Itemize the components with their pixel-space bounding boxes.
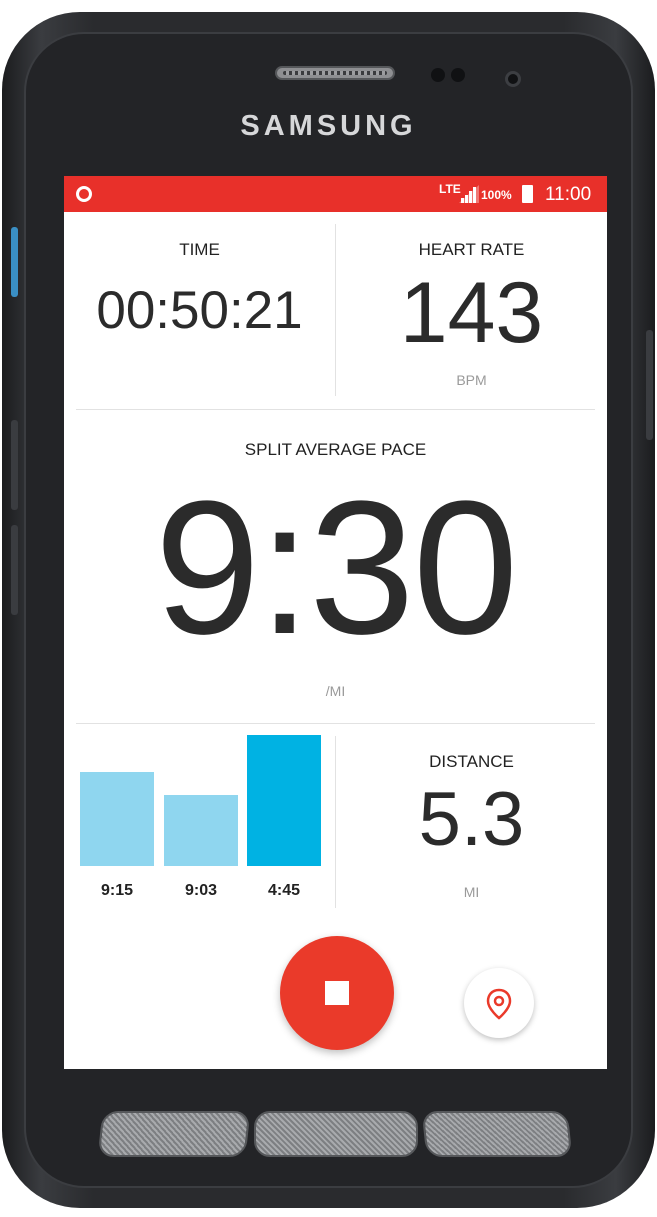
- side-button-lower: [11, 525, 18, 615]
- status-time: 11:00: [545, 184, 592, 205]
- earpiece-speaker: [275, 66, 395, 80]
- battery-icon: [522, 185, 533, 203]
- recording-icon: [76, 186, 92, 202]
- heart-rate-unit: BPM: [456, 372, 487, 388]
- pace-value: 9:30: [154, 462, 519, 674]
- divider-top: [76, 409, 595, 410]
- side-button-blue: [11, 227, 18, 297]
- front-camera: [505, 71, 521, 87]
- battery-percent: 100%: [481, 188, 512, 202]
- back-key[interactable]: [421, 1111, 573, 1157]
- split-bar-label: 9:15: [100, 882, 134, 899]
- heart-rate-label: HEART RATE: [418, 240, 525, 259]
- split-bar-label: 9:03: [184, 882, 218, 899]
- time-label: TIME: [179, 240, 220, 259]
- split-bar: [164, 795, 238, 866]
- power-button: [646, 330, 653, 440]
- location-pin-icon: [486, 988, 512, 1020]
- stop-button[interactable]: [280, 936, 394, 1050]
- recent-apps-key[interactable]: [97, 1111, 251, 1157]
- app-screen: LTE 100% 11:00 TIME 00:50:21 HEART RATE …: [64, 176, 607, 1069]
- signal-icon: [459, 185, 479, 203]
- network-type: LTE: [439, 182, 461, 196]
- split-bar: [80, 772, 154, 866]
- heart-rate-value: 143: [399, 265, 544, 361]
- proximity-sensor: [431, 68, 445, 82]
- distance-value: 5.3: [418, 777, 525, 862]
- home-key[interactable]: [254, 1111, 418, 1157]
- pace-unit: /MI: [325, 683, 346, 699]
- pace-label: SPLIT AVERAGE PACE: [244, 440, 427, 459]
- split-bar-label: 4:45: [267, 882, 301, 899]
- volume-button: [11, 420, 18, 510]
- light-sensor: [451, 68, 465, 82]
- stop-icon: [325, 981, 349, 1005]
- status-bar: LTE 100% 11:00: [64, 176, 607, 212]
- location-button[interactable]: [464, 968, 534, 1038]
- brand-logo: SAMSUNG: [240, 110, 417, 142]
- divider-bottom: [76, 723, 595, 724]
- distance-unit: MI: [463, 884, 480, 900]
- time-value: 00:50:21: [96, 281, 303, 340]
- split-bar: [247, 735, 321, 866]
- distance-label: DISTANCE: [429, 752, 514, 771]
